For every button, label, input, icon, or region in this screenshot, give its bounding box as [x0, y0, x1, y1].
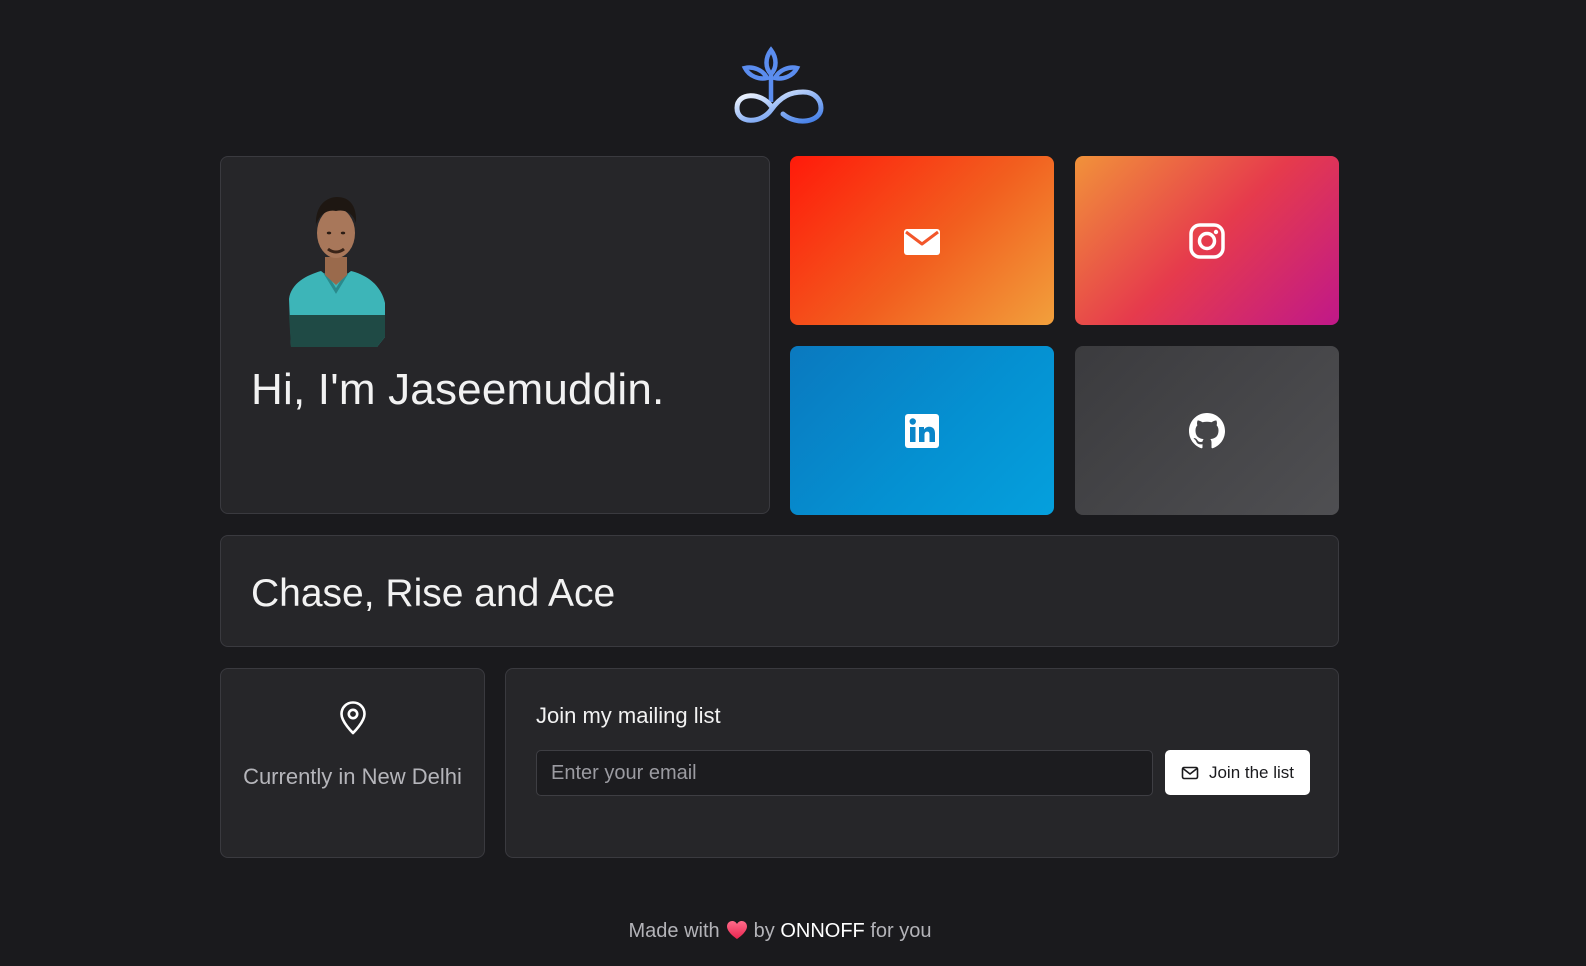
github-icon: [1189, 412, 1225, 448]
instagram-link[interactable]: [1075, 156, 1339, 325]
instagram-icon: [1189, 222, 1225, 259]
linkedin-icon: [905, 413, 939, 448]
mailing-list-card: Join my mailing list Join the list: [505, 668, 1339, 858]
mail-icon: [904, 228, 940, 255]
map-pin-icon: [340, 701, 366, 735]
tagline-text: Chase, Rise and Ace: [251, 572, 616, 615]
location-text: Currently in New Delhi: [243, 764, 462, 789]
footer-brand-link[interactable]: ONNOFF: [780, 920, 864, 942]
email-input[interactable]: [536, 750, 1153, 796]
tagline-card: Chase, Rise and Ace: [220, 535, 1339, 647]
footer-prefix: Made with: [628, 920, 720, 942]
footer-by: by: [753, 920, 775, 942]
mailing-list-title: Join my mailing list: [536, 703, 721, 728]
heart-icon: [726, 921, 747, 939]
footer-suffix: for you: [870, 920, 932, 942]
join-list-button[interactable]: Join the list: [1165, 750, 1310, 795]
email-link[interactable]: [790, 156, 1054, 325]
github-link[interactable]: [1075, 346, 1339, 515]
profile-card: Hi, I'm Jaseemuddin.: [220, 156, 770, 514]
footer: Made with by ONNOFF for you: [0, 920, 1560, 943]
greeting-heading: Hi, I'm Jaseemuddin.: [251, 365, 665, 414]
join-list-label: Join the list: [1208, 762, 1295, 782]
linkedin-link[interactable]: [790, 346, 1054, 515]
mail-icon: [1181, 766, 1199, 779]
profile-photo: [289, 197, 385, 347]
location-card: Currently in New Delhi: [220, 668, 485, 858]
logo-icon: [734, 46, 824, 124]
